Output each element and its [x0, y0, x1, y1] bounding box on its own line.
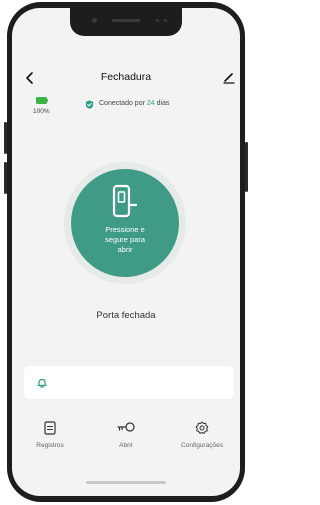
tab-abrir[interactable]: Abrir: [88, 413, 164, 458]
key-icon: [117, 422, 135, 432]
battery-percentage: 100%: [33, 108, 50, 115]
bell-icon[interactable]: [36, 377, 48, 389]
tab-label: Registros: [36, 442, 64, 449]
bottom-tab-bar: Registros Abrir Configurações: [12, 413, 240, 458]
battery-icon: [36, 97, 48, 104]
connection-suffix: dias: [156, 100, 170, 107]
app-screen: Fechadura 100% Conectado por 24 dias Pre…: [12, 8, 240, 496]
phone-side-button: [4, 122, 7, 154]
tab-label: Configurações: [181, 442, 223, 449]
connection-status: Conectado por 24 dias: [99, 100, 169, 107]
page-title: Fechadura: [100, 71, 152, 83]
connected-check-icon: [85, 100, 94, 109]
tab-configuracoes[interactable]: Configurações: [164, 413, 240, 458]
connection-days: 24: [146, 100, 155, 107]
notification-card[interactable]: [24, 366, 234, 399]
sensor-dot: [156, 19, 159, 22]
connection-prefix: Conectado por: [99, 100, 145, 107]
records-icon: [44, 421, 56, 435]
phone-side-button: [4, 162, 7, 194]
phone-side-button: [245, 142, 248, 192]
press-and-hold-unlock-button[interactable]: Pressione e segure para abrir: [71, 169, 179, 277]
phone-notch: [70, 8, 182, 36]
door-icon: [112, 184, 138, 218]
speaker-grille: [112, 19, 140, 22]
unlock-instruction: Pressione e segure para abrir: [104, 225, 146, 254]
tab-registros[interactable]: Registros: [12, 413, 88, 458]
door-status-text: Porta fechada: [96, 310, 156, 321]
pencil-icon[interactable]: [222, 70, 236, 84]
tab-label: Abrir: [119, 442, 133, 449]
sensor-dot: [164, 19, 167, 22]
gear-icon: [195, 421, 209, 434]
camera-dot: [92, 18, 97, 23]
home-indicator: [86, 481, 166, 484]
